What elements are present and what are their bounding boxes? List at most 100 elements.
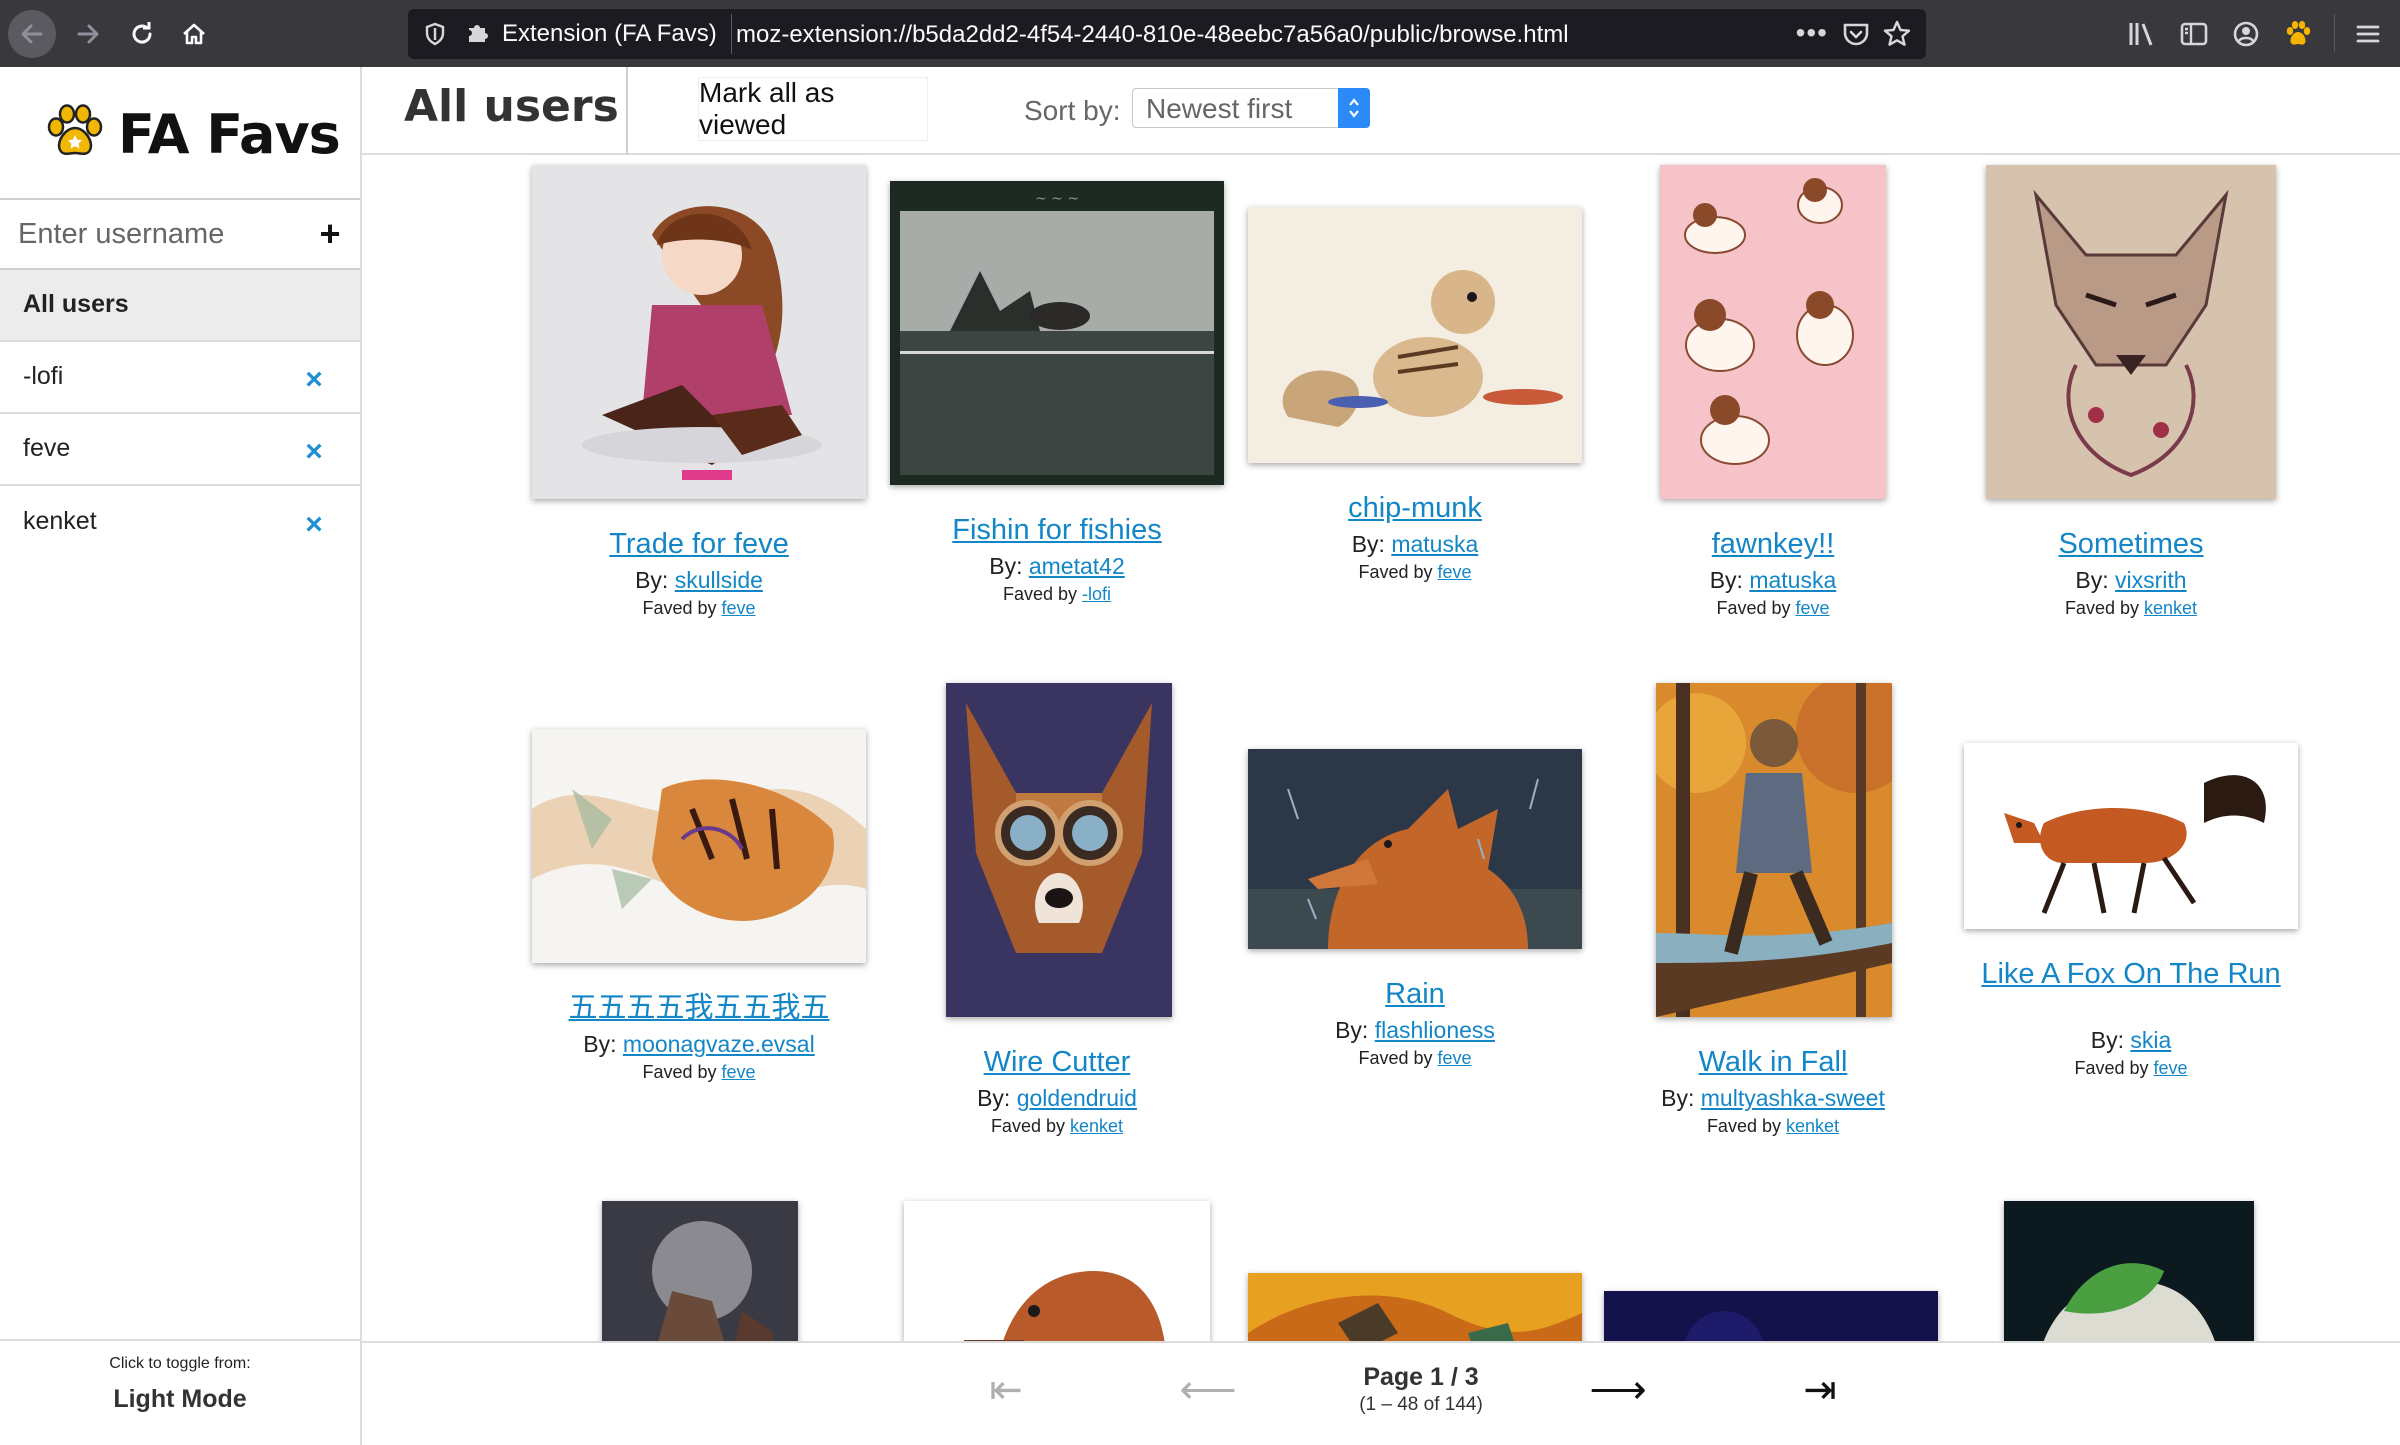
sidebar: FA Favs + All users -lofi × feve × kenke… [0,67,362,1445]
toolbar-divider [2334,14,2335,52]
submission-title-link[interactable]: 五五五五我五五我五 [532,993,866,1023]
submission-faved-by: Faved by feve [1248,1048,1582,1069]
username-input[interactable] [4,200,294,268]
faved-by-label: Faved by [1706,1116,1781,1136]
submission-thumbnail[interactable] [532,729,866,963]
forward-arrow-icon[interactable] [64,10,112,58]
artist-link[interactable]: matuska [1749,567,1836,593]
remove-user-icon[interactable]: × [300,435,328,468]
home-icon[interactable] [170,10,218,58]
star-icon[interactable] [1882,15,1912,57]
submission-title-link[interactable]: Wire Cutter [890,1047,1224,1077]
artist-link[interactable]: flashlioness [1375,1017,1495,1043]
submission-thumbnail[interactable] [1986,165,2276,499]
sort-select[interactable]: Newest first [1132,88,1370,128]
faved-by-user-link[interactable]: feve [1438,1048,1472,1068]
faved-by-user-link[interactable]: feve [1438,562,1472,582]
submission-title-link[interactable]: Fishin for fishies [890,515,1224,545]
mark-all-viewed-button[interactable]: Mark all as viewed [698,77,928,141]
submission-thumbnail[interactable] [532,165,866,499]
faved-by-user-link[interactable]: kenket [1070,1116,1123,1136]
artist-link[interactable]: moonagvaze.evsal [623,1031,815,1057]
submission-title-link[interactable]: Walk in Fall [1606,1047,1940,1077]
url-bar[interactable]: Extension (FA Favs) moz-extension://b5da… [408,9,1926,59]
submission-card: Sometimes By: vixsrith Faved by kenket [1964,165,2298,635]
extension-identity-badge[interactable]: Extension (FA Favs) [458,14,732,54]
faved-by-user-link[interactable]: feve [1796,598,1830,618]
hamburger-menu-icon[interactable] [2350,16,2386,52]
add-user-form: + [0,198,360,270]
submission-title-link[interactable]: Sometimes [1964,529,2298,559]
by-label: By: [1335,1017,1369,1043]
first-page-icon[interactable]: ⇤ [976,1365,1036,1415]
submission-faved-by: Faved by kenket [1964,598,2298,619]
faved-by-user-link[interactable]: feve [722,1062,756,1082]
theme-toggle[interactable]: Click to toggle from: Light Mode [0,1339,360,1445]
previous-page-icon[interactable]: ⟵ [1178,1365,1238,1415]
faved-by-user-link[interactable]: kenket [2144,598,2197,618]
submission-faved-by: Faved by feve [1964,1058,2298,1079]
svg-text:~ ~ ~: ~ ~ ~ [1035,191,1079,207]
by-label: By: [1351,531,1385,557]
faved-by-user-link[interactable]: kenket [1786,1116,1839,1136]
submission-thumbnail[interactable] [1248,1273,1582,1341]
submission-thumbnail[interactable] [1964,743,2298,929]
faved-by-user-link[interactable]: feve [2154,1058,2188,1078]
url-text[interactable]: moz-extension://b5da2dd2-4f54-2440-810e-… [736,21,1569,49]
library-icon[interactable] [2124,16,2160,52]
submission-artist: By: matuska [1248,531,1582,558]
artist-link[interactable]: multyashka-sweet [1701,1085,1885,1111]
faved-by-user-link[interactable]: -lofi [1082,584,1111,604]
artist-link[interactable]: skullside [675,567,763,593]
last-page-icon[interactable]: ⇥ [1790,1365,1850,1415]
by-label: By: [989,553,1023,579]
submission-artist: By: goldendruid [890,1085,1224,1112]
submission-thumbnail[interactable] [1660,165,1886,499]
submission-card: Walk in Fall By: multyashka-sweet Faved … [1606,683,1940,1153]
by-label: By: [977,1085,1011,1111]
submission-thumbnail[interactable]: ~ ~ ~ [890,181,1224,485]
user-item-feve[interactable]: feve × [0,414,360,486]
pocket-icon[interactable] [1842,21,1870,52]
paw-icon[interactable] [2280,16,2316,52]
artist-link[interactable]: goldendruid [1017,1085,1137,1111]
faved-by-label: Faved by [1358,1048,1433,1068]
sidebar-icon[interactable] [2176,16,2212,52]
submission-title-link[interactable]: Trade for feve [532,529,866,559]
submission-thumbnail[interactable] [1248,749,1582,949]
artist-link[interactable]: vixsrith [2115,567,2187,593]
user-item-all-users[interactable]: All users [0,270,360,342]
submission-thumbnail[interactable] [2004,1201,2254,1341]
submission-thumbnail[interactable] [946,683,1172,1017]
submission-faved-by: Faved by feve [1606,598,1940,619]
by-label: By: [2075,567,2109,593]
next-page-icon[interactable]: ⟶ [1588,1365,1648,1415]
user-item-kenket[interactable]: kenket × [0,487,360,559]
page-indicator: Page 1 / 3 [1363,1363,1479,1391]
submission-artist: By: flashlioness [1248,1017,1582,1044]
submission-title-link[interactable]: Rain [1248,979,1582,1009]
submission-title-link[interactable]: chip-munk [1248,493,1582,523]
submission-thumbnail[interactable] [1248,207,1582,463]
artist-link[interactable]: skia [2130,1027,2171,1053]
reload-icon[interactable] [118,10,166,58]
account-icon[interactable] [2228,16,2264,52]
submission-thumbnail[interactable] [602,1201,798,1341]
submission-thumbnail[interactable] [1656,683,1892,1017]
submission-thumbnail[interactable] [904,1201,1210,1341]
page-actions-icon[interactable]: ••• [1796,17,1828,49]
artist-link[interactable]: ametat42 [1029,553,1125,579]
back-arrow-icon[interactable] [8,10,56,58]
shield-icon[interactable] [420,19,450,49]
submission-title-link[interactable]: fawnkey!! [1606,529,1940,559]
faved-by-user-link[interactable]: feve [722,598,756,618]
remove-user-icon[interactable]: × [300,363,328,396]
user-item-lofi[interactable]: -lofi × [0,342,360,414]
submission-thumbnail[interactable] [1604,1291,1938,1341]
submission-title-link[interactable]: Like A Fox On The Run [1964,959,2298,989]
add-user-button[interactable]: + [312,213,348,254]
select-arrows-icon [1338,88,1370,128]
artist-link[interactable]: matuska [1391,531,1478,557]
remove-user-icon[interactable]: × [300,508,328,541]
submission-artist: By: vixsrith [1964,567,2298,594]
